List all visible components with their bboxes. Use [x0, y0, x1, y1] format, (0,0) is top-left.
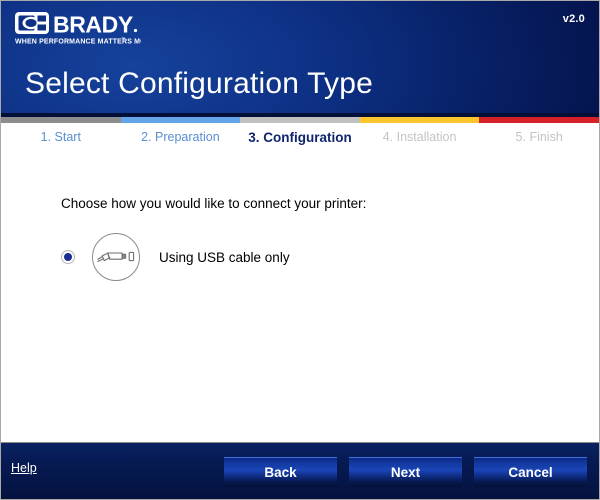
cancel-button[interactable]: Cancel [474, 457, 587, 487]
step-label-finish: 5. Finish [515, 130, 563, 144]
step-item-start[interactable]: 1. Start [1, 117, 121, 154]
step-label-configuration: 3. Configuration [248, 130, 352, 145]
footer: Help Back Next Cancel [1, 442, 599, 499]
svg-text:BRADY: BRADY [53, 12, 133, 38]
installer-window: BRADY WHEN PERFORMANCE MATTERS MOST ™ v2… [0, 0, 600, 500]
help-link[interactable]: Help [11, 461, 37, 475]
step-navigation: 1. Start 2. Preparation 3. Configuration… [1, 117, 599, 154]
step-item-installation[interactable]: 4. Installation [359, 117, 480, 154]
step-label-installation: 4. Installation [382, 130, 457, 144]
header: BRADY WHEN PERFORMANCE MATTERS MOST ™ v2… [1, 1, 599, 117]
version-label: v2.0 [562, 13, 585, 25]
connection-option-usb[interactable]: Using USB cable only [61, 232, 290, 282]
option-label-usb-cable-only: Using USB cable only [159, 249, 290, 265]
step-item-finish[interactable]: 5. Finish [479, 117, 599, 154]
prompt-text: Choose how you would like to connect you… [61, 196, 367, 211]
radio-usb-cable-only[interactable] [61, 250, 75, 264]
usb-cable-icon [91, 232, 141, 282]
brady-logo: BRADY WHEN PERFORMANCE MATTERS MOST ™ [15, 10, 141, 48]
step-label-preparation: 2. Preparation [141, 130, 220, 144]
brady-logo-mark [15, 12, 49, 34]
step-item-configuration[interactable]: 3. Configuration [240, 117, 360, 154]
content-area: Choose how you would like to connect you… [1, 154, 599, 442]
step-label-start: 1. Start [40, 130, 81, 144]
svg-text:™: ™ [121, 37, 126, 42]
back-button[interactable]: Back [224, 457, 337, 487]
step-item-preparation[interactable]: 2. Preparation [120, 117, 241, 154]
page-title: Select Configuration Type [25, 67, 373, 100]
footer-button-row: Back Next Cancel [224, 457, 587, 487]
header-bottom-band [1, 113, 599, 117]
next-button[interactable]: Next [349, 457, 462, 487]
